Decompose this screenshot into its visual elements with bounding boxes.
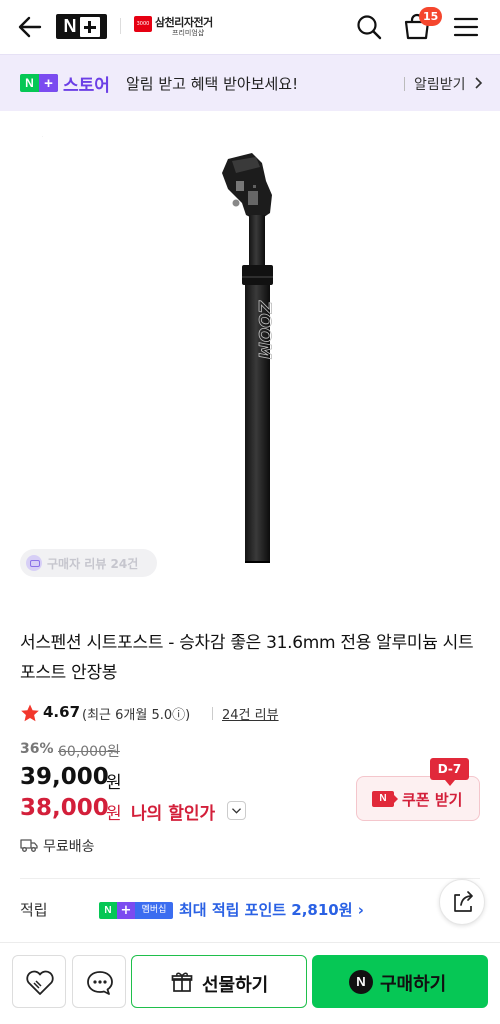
- review-count-link[interactable]: 24건 리뷰: [222, 704, 279, 723]
- gift-button-label: 선물하기: [202, 975, 269, 996]
- cart-count-badge: 15: [419, 7, 443, 26]
- coupon-dday-badge: D-7: [430, 758, 469, 786]
- bottom-action-bar: 선물하기 N 구매하기: [0, 942, 500, 1024]
- heart-icon: [26, 970, 54, 995]
- naver-coupon-icon: N: [372, 791, 398, 807]
- review-chat-icon: [26, 555, 42, 571]
- naver-pay-icon: N: [349, 970, 373, 994]
- store-notification-banner[interactable]: N + 스토어 알림 받고 혜택 받아보세요! 알림받기: [0, 54, 500, 111]
- delivery-truck-icon: [20, 839, 38, 852]
- header-divider: [120, 18, 121, 34]
- buy-button[interactable]: N 구매하기: [312, 955, 488, 1008]
- star-icon: [21, 704, 39, 722]
- product-title: 서스펜션 시트포스트 - 승차감 좋은 31.6mm 전용 알루미늄 시트포스트…: [20, 633, 474, 683]
- chat-bubble-icon: [87, 971, 113, 995]
- chevron-right-icon: [475, 77, 483, 89]
- buyer-review-chip[interactable]: 구매자 리뷰 24건: [20, 549, 157, 577]
- svg-text:ZOOM: ZOOM: [254, 300, 274, 359]
- svg-text:.: .: [42, 134, 43, 138]
- store-label: 스토어: [63, 76, 110, 96]
- hamburger-menu-icon[interactable]: [452, 13, 480, 41]
- membership-badge-text: 멤버십: [135, 902, 173, 919]
- back-arrow-icon[interactable]: [16, 13, 44, 41]
- banner-message: 알림 받고 혜택 받아보세요!: [126, 75, 299, 93]
- section-divider: [20, 878, 480, 879]
- wishlist-button[interactable]: [12, 955, 66, 1008]
- coupon-download-button[interactable]: N 쿠폰 받기: [356, 776, 480, 821]
- points-label: 적립: [20, 901, 48, 919]
- share-icon: [454, 891, 473, 912]
- share-button[interactable]: [439, 879, 485, 925]
- brand-mark-icon: 3000: [134, 16, 152, 32]
- brand-subtitle: 프리미엄샵: [172, 29, 205, 37]
- membership-badge: N + 멤버십: [99, 902, 173, 919]
- my-discount-label[interactable]: 나의 할인가: [131, 799, 215, 824]
- naver-plus-badge-icon: N +: [20, 74, 58, 92]
- my-discount-price: 38,000: [20, 795, 109, 821]
- naver-plus-logo[interactable]: N: [56, 14, 107, 39]
- top-header: N 3000 삼천리자전거 프리미엄샵 15: [0, 0, 500, 54]
- search-icon[interactable]: [355, 13, 383, 41]
- gift-button[interactable]: 선물하기: [131, 955, 307, 1008]
- product-image-gallery[interactable]: ZOOM .: [0, 111, 500, 591]
- rating-row: 4.67 (최근 6개월 5.0ⓘ) 24건 리뷰: [20, 701, 490, 725]
- notification-subscribe-link[interactable]: 알림받기: [414, 74, 466, 94]
- sale-price-unit: 원: [106, 773, 122, 793]
- banner-divider: [404, 77, 405, 91]
- chevron-down-icon[interactable]: [227, 801, 246, 820]
- sale-price: 39,000: [20, 764, 109, 790]
- review-chip-label: 구매자 리뷰 24건: [47, 557, 139, 571]
- recent-rating[interactable]: (최근 6개월 5.0ⓘ): [82, 704, 190, 723]
- product-image: ZOOM .: [42, 134, 274, 563]
- max-points-link[interactable]: 최대 적립 포인트 2,810원 ›: [179, 899, 364, 920]
- discount-rate: 36%: [20, 741, 54, 757]
- rating-divider: [212, 707, 213, 720]
- rating-score: 4.67: [43, 703, 81, 721]
- original-price: 60,000원: [58, 744, 120, 760]
- buy-button-label: 구매하기: [380, 974, 447, 995]
- talktalk-chat-button[interactable]: [72, 955, 126, 1008]
- shipping-label: 무료배송: [43, 839, 95, 855]
- my-price-unit: 원: [106, 804, 122, 824]
- coupon-label: 쿠폰 받기: [402, 791, 463, 809]
- gift-box-icon: [171, 972, 193, 992]
- brand-logo[interactable]: 3000 삼천리자전거 프리미엄샵: [134, 14, 214, 40]
